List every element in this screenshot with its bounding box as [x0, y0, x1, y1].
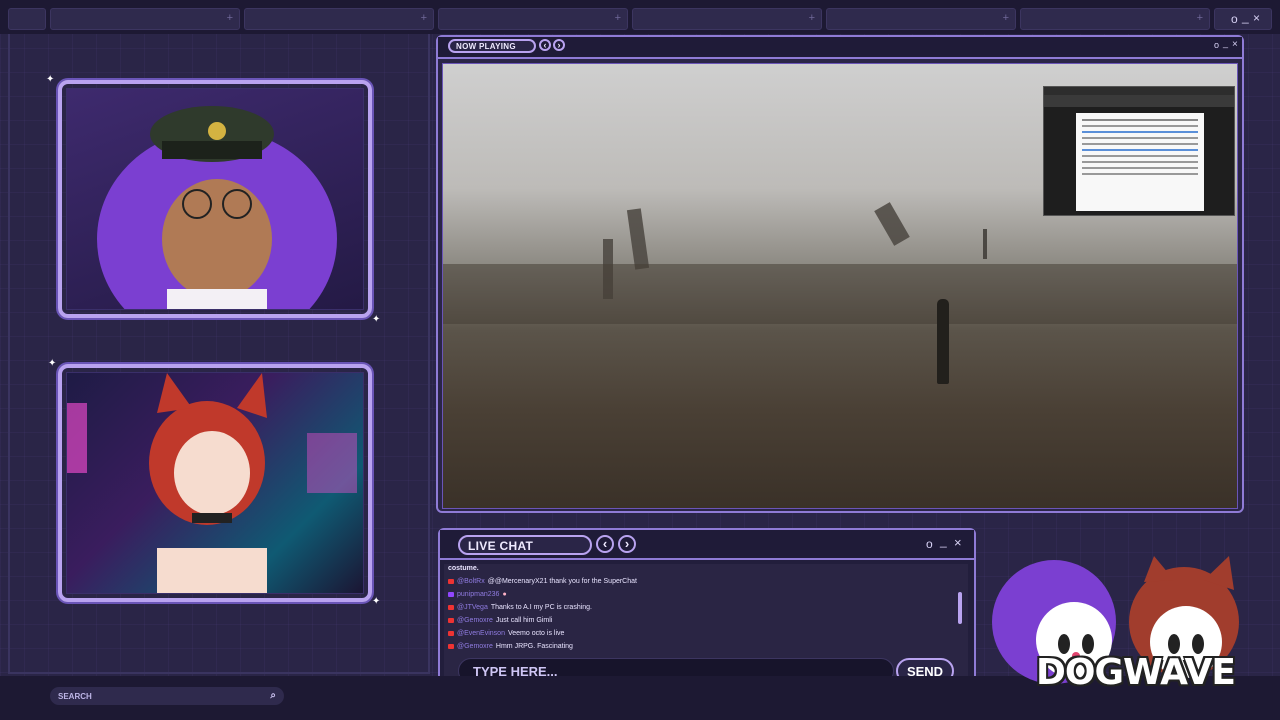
chat-username[interactable]: @Gemoxre — [457, 643, 493, 650]
top-tab[interactable]: + — [632, 8, 822, 30]
sparkle-icon: ✦ — [372, 596, 381, 607]
sparkle-icon: ✦ — [48, 358, 57, 369]
youtube-icon — [448, 630, 454, 636]
youtube-icon — [448, 643, 454, 649]
chat-message: @Gemoxre Just call him Gimli — [448, 617, 552, 624]
top-tab[interactable] — [8, 8, 46, 30]
youtube-icon — [448, 578, 454, 584]
chat-username[interactable]: @EvenEvinson — [457, 630, 505, 637]
plus-icon[interactable]: + — [1197, 12, 1203, 24]
youtube-icon — [448, 617, 454, 623]
chat-next-button[interactable]: › — [618, 535, 636, 553]
chat-message-text: Just call him Gimli — [495, 617, 553, 624]
brand-logo: DOGWAVE — [984, 552, 1274, 702]
restore-icon[interactable]: o — [1214, 40, 1219, 50]
top-tab[interactable]: + — [50, 8, 240, 30]
chat-message-text: Veemo octo is live — [507, 630, 565, 637]
ridge-shape — [443, 264, 1237, 324]
avatar-illustration — [67, 373, 357, 593]
minimize-icon[interactable]: _ — [940, 534, 947, 548]
top-tab[interactable]: + — [438, 8, 628, 30]
webcam-frame-top — [58, 80, 372, 318]
chat-message-text: Thanks to A.I my PC is crashing. — [490, 604, 592, 611]
chat-message: @JTVega Thanks to A.I my PC is crashing. — [448, 604, 592, 611]
restore-icon[interactable]: o — [926, 537, 933, 551]
search-icon[interactable]: ⌕ — [270, 690, 276, 701]
sparkle-icon: ✦ — [46, 74, 55, 85]
emote-icon: ● — [502, 591, 507, 598]
chat-username[interactable]: @JTVega — [457, 604, 488, 611]
overlay-titlebar — [1044, 87, 1234, 95]
plus-icon[interactable]: + — [421, 12, 427, 24]
chat-message: punipman236 ● — [448, 591, 507, 598]
now-playing-label: NOW PLAYING — [448, 39, 536, 53]
plus-icon[interactable]: + — [615, 12, 621, 24]
chat-username[interactable]: @Gemoxre — [457, 617, 493, 624]
webcam-frame-bottom — [58, 364, 372, 602]
chat-message-text: Hmm JRPG. Fascinating — [495, 643, 573, 650]
youtube-icon — [448, 604, 454, 610]
live-chat-header: LIVE CHAT ‹ › o _ × — [440, 530, 974, 560]
chat-message-text: costume. — [448, 565, 479, 572]
avatar-illustration — [97, 106, 337, 309]
next-button[interactable]: › — [553, 39, 565, 51]
chat-username[interactable]: @BoltRx — [457, 578, 485, 585]
chat-message: @BoltRx @@MercenaryX21 thank you for the … — [448, 578, 637, 585]
window-controls: o _ × — [1214, 8, 1272, 30]
logo-text: DOGWAVE — [1036, 652, 1236, 693]
search-input[interactable]: SEARCH ⌕ — [50, 687, 284, 705]
chat-message: costume. — [448, 565, 479, 572]
plus-icon[interactable]: + — [809, 12, 815, 24]
chat-message: @Gemoxre Hmm JRPG. Fascinating — [448, 643, 573, 650]
close-icon[interactable]: × — [954, 535, 962, 550]
twitch-icon — [448, 591, 454, 597]
chat-message: @EvenEvinson Veemo octo is live — [448, 630, 564, 637]
vtuber-avatar-octo — [66, 88, 364, 310]
now-playing-header: NOW PLAYING ‹ › o _ × — [438, 37, 1242, 59]
minimize-icon[interactable]: _ — [1223, 38, 1228, 48]
now-playing-panel: NOW PLAYING ‹ › o _ × — [436, 35, 1244, 513]
close-icon[interactable]: × — [1253, 11, 1260, 25]
ruin-shape — [874, 202, 910, 246]
minimize-icon[interactable]: _ — [1242, 10, 1249, 24]
player-character — [937, 299, 949, 384]
flag-pole — [983, 229, 987, 259]
chat-scrollbar[interactable] — [958, 592, 962, 624]
plus-icon[interactable]: + — [1003, 12, 1009, 24]
close-icon[interactable]: × — [1232, 39, 1238, 50]
top-tab[interactable]: + — [244, 8, 434, 30]
overlay-page — [1076, 113, 1204, 211]
sparkle-icon: ✦ — [372, 314, 381, 325]
overlay-document-window — [1043, 86, 1235, 216]
prev-button[interactable]: ‹ — [539, 39, 551, 51]
top-tab-bar: + + + + + + o _ × — [0, 0, 1280, 34]
game-video-feed — [442, 63, 1238, 509]
chat-prev-button[interactable]: ‹ — [596, 535, 614, 553]
vtuber-avatar-fox — [66, 372, 364, 594]
search-label: SEARCH — [58, 692, 92, 701]
chat-username[interactable]: punipman236 — [457, 591, 499, 598]
plus-icon[interactable]: + — [227, 12, 233, 24]
chat-message-text: @@MercenaryX21 thank you for the SuperCh… — [487, 578, 637, 585]
overlay-toolbar — [1044, 95, 1234, 107]
top-tab[interactable]: + — [826, 8, 1016, 30]
live-chat-label: LIVE CHAT — [458, 535, 592, 555]
ruin-shape — [626, 208, 650, 270]
top-tab[interactable]: + — [1020, 8, 1210, 30]
restore-icon[interactable]: o — [1231, 12, 1238, 26]
